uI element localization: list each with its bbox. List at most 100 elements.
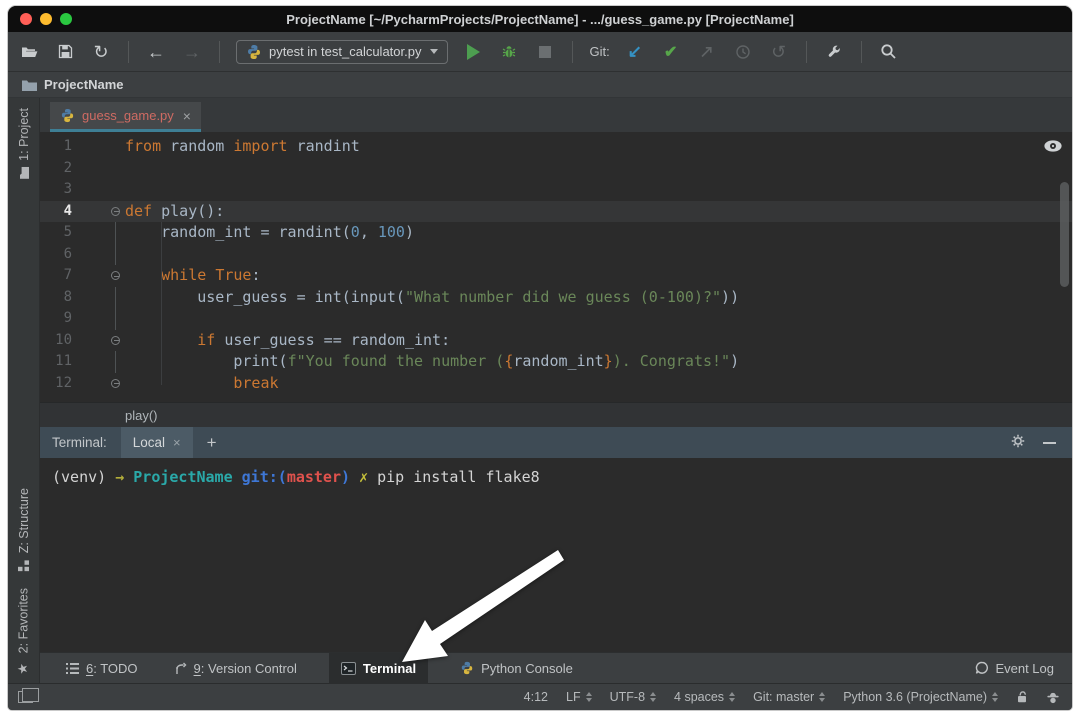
indent-select[interactable]: 4 spaces: [674, 690, 735, 704]
git-commit-icon[interactable]: ✔: [660, 40, 682, 64]
git-branch-select[interactable]: Git: master: [753, 690, 825, 704]
title-bar: ProjectName [~/PycharmProjects/ProjectNa…: [8, 6, 1072, 32]
code-line: 5 random_int = randint(0, 100): [40, 222, 1072, 244]
chevron-down-icon: [430, 49, 438, 54]
pytest-icon: [246, 44, 262, 60]
line-ending-select[interactable]: LF: [566, 690, 592, 704]
save-all-icon[interactable]: [54, 40, 76, 64]
lock-icon[interactable]: [1016, 690, 1028, 704]
new-terminal-session-button[interactable]: +: [193, 433, 231, 453]
hide-tool-window-icon[interactable]: [1043, 442, 1056, 444]
updown-icon: [819, 692, 825, 702]
fold-icon[interactable]: [111, 207, 120, 216]
sidebar-item-label: 1: Project: [17, 108, 31, 161]
forward-icon[interactable]: →: [181, 40, 203, 64]
code-line: 2: [40, 158, 1072, 180]
close-window-button[interactable]: [20, 13, 32, 25]
run-button[interactable]: [462, 40, 484, 64]
tab-python-console[interactable]: Python Console: [456, 653, 577, 684]
status-bar: 4:12 LF UTF-8 4 spaces Git: master Pytho…: [8, 683, 1072, 710]
tab-guess-game[interactable]: guess_game.py ×: [50, 102, 201, 132]
fold-icon[interactable]: [111, 336, 120, 345]
code-lines: 1from random import randint234def play()…: [40, 136, 1072, 394]
tool-window-bar: 6: TODO 9: Version Control Terminal Pyth…: [40, 652, 1072, 683]
tab-label: 6: TODO: [86, 661, 138, 676]
sidebar-item-label: 2: Favorites: [17, 588, 31, 653]
terminal-output[interactable]: (venv) → ProjectName git:(master) ✗ pip …: [40, 458, 1072, 652]
git-update-icon[interactable]: ↙: [624, 40, 646, 64]
terminal-settings-gear-icon[interactable]: [1011, 434, 1025, 451]
navigation-bar: ProjectName: [8, 72, 1072, 98]
tab-label: guess_game.py: [82, 108, 174, 123]
tab-label: 9: Version Control: [194, 661, 297, 676]
code-line: 1from random import randint: [40, 136, 1072, 158]
sidebar-item-label: Z: Structure: [17, 488, 31, 553]
run-configuration-select[interactable]: pytest in test_calculator.py: [236, 40, 448, 64]
revert-icon[interactable]: ↺: [768, 40, 790, 64]
zoom-window-button[interactable]: [60, 13, 72, 25]
encoding-select[interactable]: UTF-8: [610, 690, 656, 704]
sidebar-item-structure[interactable]: Z: Structure: [17, 488, 31, 571]
tab-label: Python Console: [481, 661, 573, 676]
sidebar-item-favorites[interactable]: ★ 2: Favorites: [16, 588, 31, 675]
code-line: 11 print(f"You found the number ({random…: [40, 351, 1072, 373]
editor-tab-bar: guess_game.py ×: [40, 98, 1072, 132]
terminal-title: Terminal:: [40, 435, 121, 450]
code-line: 3: [40, 179, 1072, 201]
terminal-header: Terminal: Local × +: [40, 427, 1072, 458]
code-editor[interactable]: 1from random import randint234def play()…: [40, 132, 1072, 402]
python-file-icon: [60, 108, 75, 123]
terminal-tab-label: Local: [133, 435, 165, 450]
stop-button[interactable]: [534, 40, 556, 64]
tab-version-control[interactable]: 9: Version Control: [170, 653, 301, 684]
editor-breadcrumbs: play(): [40, 402, 1072, 427]
code-line: 8 user_guess = int(input("What number di…: [40, 287, 1072, 309]
terminal-tab-close-icon[interactable]: ×: [173, 435, 181, 450]
todo-list-icon: [66, 663, 79, 674]
open-folder-icon[interactable]: [18, 40, 40, 64]
back-icon[interactable]: ←: [145, 40, 167, 64]
tab-label: Terminal: [363, 661, 416, 676]
breadcrumb[interactable]: ProjectName: [44, 77, 123, 92]
debug-button[interactable]: [498, 40, 520, 64]
git-label: Git:: [589, 44, 609, 59]
editor-scrollbar-thumb[interactable]: [1060, 182, 1069, 287]
hector-inspections-icon[interactable]: [1046, 690, 1060, 704]
wrench-icon[interactable]: [823, 40, 845, 64]
fold-icon[interactable]: [111, 379, 120, 388]
event-log-label: Event Log: [995, 661, 1054, 676]
tab-terminal[interactable]: Terminal: [329, 653, 428, 684]
python-icon: [460, 661, 474, 675]
search-icon[interactable]: [878, 40, 900, 64]
left-tool-strip: 1: Project Z: Structure ★ 2: Favorites: [8, 98, 40, 683]
tab-close-icon[interactable]: ×: [183, 108, 191, 124]
updown-icon: [992, 692, 998, 702]
sidebar-item-project[interactable]: 1: Project: [17, 108, 31, 178]
code-line: 7 while True:: [40, 265, 1072, 287]
breadcrumb-scope[interactable]: play(): [125, 408, 158, 423]
terminal-icon: [341, 662, 356, 675]
version-control-icon: [174, 662, 187, 675]
updown-icon: [650, 692, 656, 702]
git-push-icon[interactable]: [696, 40, 718, 64]
main-toolbar: ↻ ← → pytest in test_calculator.py Git: …: [8, 32, 1072, 72]
history-clock-icon[interactable]: [732, 40, 754, 64]
inspections-eye-icon[interactable]: [1043, 138, 1063, 160]
terminal-tab-local[interactable]: Local ×: [121, 427, 193, 458]
minimize-window-button[interactable]: [40, 13, 52, 25]
code-line: 6: [40, 244, 1072, 266]
fold-icon[interactable]: [111, 271, 120, 280]
tool-window-switcher-icon[interactable]: [18, 691, 33, 703]
pycharm-window: ProjectName [~/PycharmProjects/ProjectNa…: [8, 6, 1072, 710]
project-folder-icon: [19, 167, 29, 179]
code-line: 12 break: [40, 373, 1072, 395]
tab-todo[interactable]: 6: TODO: [62, 653, 142, 684]
sync-icon[interactable]: ↻: [90, 40, 112, 64]
window-title: ProjectName [~/PycharmProjects/ProjectNa…: [286, 12, 794, 27]
structure-icon: [18, 561, 29, 572]
event-log-button[interactable]: Event Log: [971, 653, 1058, 684]
star-icon: ★: [16, 660, 31, 675]
caret-position[interactable]: 4:12: [524, 690, 548, 704]
interpreter-select[interactable]: Python 3.6 (ProjectName): [843, 690, 998, 704]
run-configuration-label: pytest in test_calculator.py: [269, 44, 421, 59]
